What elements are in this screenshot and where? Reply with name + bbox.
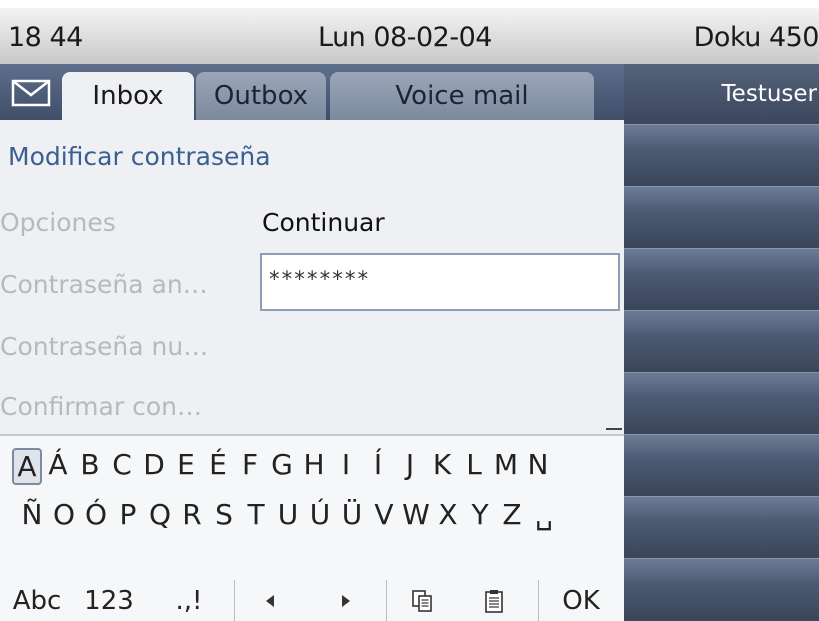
key[interactable]: Á	[42, 448, 74, 485]
side-panel-slot[interactable]	[624, 372, 819, 434]
key[interactable]: P	[112, 498, 144, 531]
continue-option[interactable]: Continuar	[262, 208, 385, 237]
key[interactable]: V	[368, 498, 400, 531]
key[interactable]: O	[48, 498, 80, 531]
old-password-label: Contraseña an…	[0, 270, 208, 299]
key[interactable]: M	[490, 448, 522, 485]
key[interactable]: Ó	[80, 498, 112, 531]
space-key[interactable]: ␣	[528, 498, 560, 531]
keyboard-row-2: Ñ O Ó P Q R S T U Ú Ü V W X Y Z ␣	[16, 498, 560, 531]
tab-bar: Inbox Outbox Voice mail	[0, 64, 624, 120]
key[interactable]: G	[266, 448, 298, 485]
softkey-bar: Abc 123 .,! OK	[0, 580, 624, 621]
punctuation-mode-button[interactable]: .,!	[166, 580, 212, 621]
key[interactable]: L	[458, 448, 490, 485]
side-panel-slot[interactable]	[624, 186, 819, 248]
copy-icon[interactable]	[400, 580, 444, 621]
arrow-right-icon[interactable]	[326, 580, 366, 621]
key[interactable]: Y	[464, 498, 496, 531]
key[interactable]: Ü	[336, 498, 368, 531]
key[interactable]: R	[176, 498, 208, 531]
key[interactable]: N	[522, 448, 554, 485]
key[interactable]: Z	[496, 498, 528, 531]
side-panel-slot[interactable]	[624, 496, 819, 558]
envelope-icon[interactable]	[4, 72, 58, 114]
clock: 18 44	[8, 22, 83, 53]
side-panel-slot[interactable]	[624, 434, 819, 496]
key[interactable]: Ñ	[16, 498, 48, 531]
new-password-label[interactable]: Contraseña nu…	[0, 332, 208, 361]
side-panel-slot[interactable]	[624, 310, 819, 372]
change-password-form: Modificar contraseña Opciones Continuar …	[0, 120, 624, 434]
device-label: Doku 450	[693, 22, 819, 53]
key[interactable]: Ú	[304, 498, 336, 531]
key[interactable]: U	[272, 498, 304, 531]
separator	[538, 580, 539, 621]
keyboard-row-1: A Á B C D E É F G H I Í J K L M N	[12, 448, 554, 485]
key[interactable]: W	[400, 498, 432, 531]
key[interactable]: C	[106, 448, 138, 485]
key[interactable]: I	[330, 448, 362, 485]
key[interactable]: J	[394, 448, 426, 485]
key[interactable]: K	[426, 448, 458, 485]
side-panel-slot[interactable]	[624, 558, 819, 620]
key[interactable]: X	[432, 498, 464, 531]
tab-voice-mail[interactable]: Voice mail	[330, 72, 594, 120]
status-bar: 18 44 Lun 08-02-04 Doku 450	[0, 0, 819, 64]
side-panel-slot[interactable]	[624, 124, 819, 186]
key[interactable]: S	[208, 498, 240, 531]
scroll-indicator	[606, 428, 622, 430]
side-panel-user[interactable]: Testuser	[624, 64, 819, 124]
page-title: Modificar contraseña	[8, 142, 271, 171]
key[interactable]: É	[202, 448, 234, 485]
key[interactable]: D	[138, 448, 170, 485]
abc-mode-button[interactable]: Abc	[6, 580, 68, 621]
tab-outbox[interactable]: Outbox	[196, 72, 326, 120]
confirm-password-label[interactable]: Confirmar con…	[0, 392, 202, 421]
separator	[386, 580, 387, 621]
key[interactable]: Q	[144, 498, 176, 531]
old-password-field[interactable]: ********	[260, 253, 620, 311]
key[interactable]: Í	[362, 448, 394, 485]
side-panel: Testuser	[624, 64, 819, 621]
key[interactable]: B	[74, 448, 106, 485]
date-label: Lun 08-02-04	[318, 22, 492, 53]
arrow-left-icon[interactable]	[250, 580, 290, 621]
separator	[234, 580, 235, 621]
key[interactable]: T	[240, 498, 272, 531]
numeric-mode-button[interactable]: 123	[78, 580, 140, 621]
options-label: Opciones	[0, 208, 116, 237]
ok-button[interactable]: OK	[548, 580, 614, 621]
key[interactable]: E	[170, 448, 202, 485]
side-panel-slot[interactable]	[624, 248, 819, 310]
key-a[interactable]: A	[12, 448, 42, 485]
paste-icon[interactable]	[472, 580, 516, 621]
key[interactable]: H	[298, 448, 330, 485]
tab-inbox[interactable]: Inbox	[62, 72, 194, 120]
key[interactable]: F	[234, 448, 266, 485]
